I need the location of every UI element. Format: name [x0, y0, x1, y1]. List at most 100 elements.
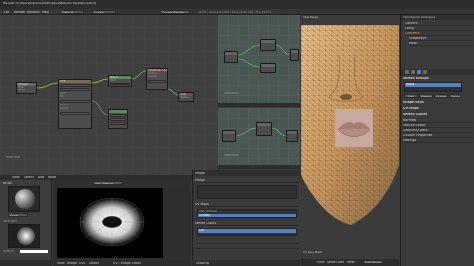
- node-field[interactable]: [110, 114, 126, 117]
- uv-list[interactable]: lips_diffuse UVMap: [197, 209, 297, 218]
- menu-add[interactable]: Add: [338, 261, 344, 264]
- select-button[interactable]: Select: [449, 94, 461, 98]
- outliner-item[interactable]: Lamp: [405, 27, 473, 31]
- render-engine-select[interactable]: Cycles Render: [160, 10, 190, 14]
- mode-select[interactable]: Edit Mode: [363, 260, 383, 264]
- tab-icon-active[interactable]: [417, 70, 421, 74]
- brush-preview[interactable]: [8, 186, 40, 212]
- menu-select[interactable]: Select: [24, 176, 34, 179]
- section-geometry-data[interactable]: Geometry Data: [403, 129, 473, 133]
- section-vertex-groups[interactable]: Vertex Groups: [403, 77, 429, 80]
- outliner-header-text[interactable]: View Search All Scenes: [403, 16, 435, 19]
- vcol-list[interactable]: Col: [197, 228, 297, 236]
- node-field[interactable]: [60, 88, 90, 91]
- node-e[interactable]: [222, 130, 236, 142]
- node-field[interactable]: [148, 79, 166, 83]
- tool-panel[interactable]: Brush Draw Strength Radius: [0, 180, 52, 260]
- node-editor-tertiary[interactable]: Interface: [218, 108, 300, 165]
- list-box[interactable]: Basis: [404, 82, 462, 92]
- image-properties[interactable]: Image Image UV Maps lips_diffuse UVMap V…: [192, 170, 301, 260]
- image-field-box[interactable]: [197, 185, 297, 199]
- image-select[interactable]: lips_diffuse: [93, 181, 123, 185]
- node-f[interactable]: [256, 122, 272, 136]
- color-swatch[interactable]: [20, 250, 48, 253]
- section-custom-properties[interactable]: Custom Properties: [403, 134, 473, 138]
- node-material-output[interactable]: Material Output Surface Volume: [146, 68, 168, 90]
- list-item-active[interactable]: Basis: [405, 83, 461, 87]
- section-row[interactable]: [195, 245, 299, 249]
- scene-select[interactable]: Scene: [92, 10, 116, 14]
- menu-render[interactable]: Render: [14, 11, 25, 14]
- vcol-list-item-active[interactable]: Col: [198, 229, 296, 233]
- section-image[interactable]: Image: [195, 179, 299, 183]
- color-wheel[interactable]: [17, 227, 35, 245]
- section-texture-space[interactable]: Texture Space: [403, 124, 473, 128]
- section-vertex-colors[interactable]: Vertex Colors: [195, 222, 299, 226]
- menu-view[interactable]: View: [317, 261, 325, 264]
- menu-select[interactable]: Select: [89, 262, 99, 265]
- node-socket[interactable]: Fac: [59, 95, 91, 98]
- tab-icon[interactable]: [423, 70, 427, 74]
- color-wheel-box[interactable]: [8, 224, 40, 248]
- node-out[interactable]: Out Surface: [178, 92, 194, 102]
- node-socket[interactable]: BSDF: [109, 79, 131, 82]
- 3d-viewport[interactable]: User Persp (1) Lips_Mesh: [301, 15, 399, 259]
- node-field[interactable]: [60, 111, 90, 115]
- menu-mesh[interactable]: Mesh: [347, 261, 355, 264]
- node-field[interactable]: [110, 118, 126, 121]
- menu-uvs[interactable]: UVs: [79, 262, 85, 265]
- node-image[interactable]: Image Color Alpha: [16, 82, 37, 94]
- outliner[interactable]: View Search All Scenes Camera Lamp LipsM…: [400, 15, 474, 69]
- menu-node[interactable]: Node: [48, 176, 56, 179]
- section-settings[interactable]: Settings: [403, 139, 473, 143]
- brush-select[interactable]: Draw: [8, 213, 28, 217]
- section-uv-maps[interactable]: UV Maps: [403, 107, 419, 110]
- node-field[interactable]: [60, 84, 90, 87]
- outliner-item[interactable]: ShapeKeys: [409, 37, 473, 41]
- menu-help[interactable]: Help: [42, 11, 49, 14]
- node-c[interactable]: [260, 63, 276, 73]
- node-b[interactable]: [260, 39, 276, 51]
- menu-view[interactable]: View: [57, 262, 65, 265]
- outliner-item-selected[interactable]: LipsMesh: [405, 32, 473, 36]
- texture-canvas[interactable]: [57, 188, 163, 258]
- tab-icon[interactable]: [411, 70, 415, 74]
- menu-select[interactable]: Select: [327, 261, 337, 264]
- menu-file[interactable]: File: [4, 11, 9, 14]
- node-field[interactable]: [110, 122, 126, 125]
- node-bsdf[interactable]: BSDF BSDF: [108, 75, 132, 87]
- menu-image[interactable]: Image: [67, 262, 77, 265]
- remove-button[interactable]: Remove: [419, 94, 433, 98]
- node-socket[interactable]: Volume: [147, 75, 167, 78]
- menu-window[interactable]: Window: [27, 11, 40, 14]
- node-d[interactable]: [290, 49, 299, 61]
- assign-button[interactable]: Assign: [434, 94, 448, 98]
- node-a[interactable]: [224, 51, 238, 63]
- uv-list-item-active[interactable]: UVMap: [198, 213, 296, 217]
- node-socket[interactable]: Color2: [59, 107, 91, 110]
- node-bsdf-2[interactable]: [108, 109, 128, 129]
- selected-lips-region[interactable]: [335, 109, 373, 147]
- tab-icon[interactable]: [405, 70, 409, 74]
- node-editor[interactable]: Interface Image Color Alpha Mix Color Fa…: [0, 15, 217, 175]
- properties-editor[interactable]: Vertex Groups Basis Add Remove Assign Se…: [400, 69, 474, 266]
- node-editor-secondary[interactable]: Interface: [218, 15, 300, 103]
- image-editor[interactable]: [53, 186, 191, 260]
- section-shape-keys[interactable]: Shape Keys: [403, 101, 424, 104]
- section-uv-maps[interactable]: UV Maps: [195, 203, 299, 207]
- section-vertex-colors[interactable]: Vertex Colors: [403, 113, 427, 116]
- node-g[interactable]: [286, 130, 298, 142]
- node-socket[interactable]: Surface: [179, 96, 193, 99]
- node-socket[interactable]: Alpha: [17, 89, 36, 91]
- section-normals[interactable]: Normals: [403, 119, 473, 123]
- menu-view[interactable]: View: [12, 176, 20, 179]
- node-mix[interactable]: Mix Color Fac Color1 Color2: [58, 79, 92, 129]
- menu-add[interactable]: Add: [38, 176, 44, 179]
- layout-select[interactable]: Default: [60, 10, 84, 14]
- node-field[interactable]: [60, 99, 90, 103]
- add-button[interactable]: Add: [404, 94, 418, 98]
- outliner-item[interactable]: Camera: [405, 22, 473, 26]
- node-field[interactable]: [110, 82, 130, 86]
- section-row[interactable]: [195, 240, 299, 244]
- outliner-item[interactable]: Mesh: [409, 42, 473, 46]
